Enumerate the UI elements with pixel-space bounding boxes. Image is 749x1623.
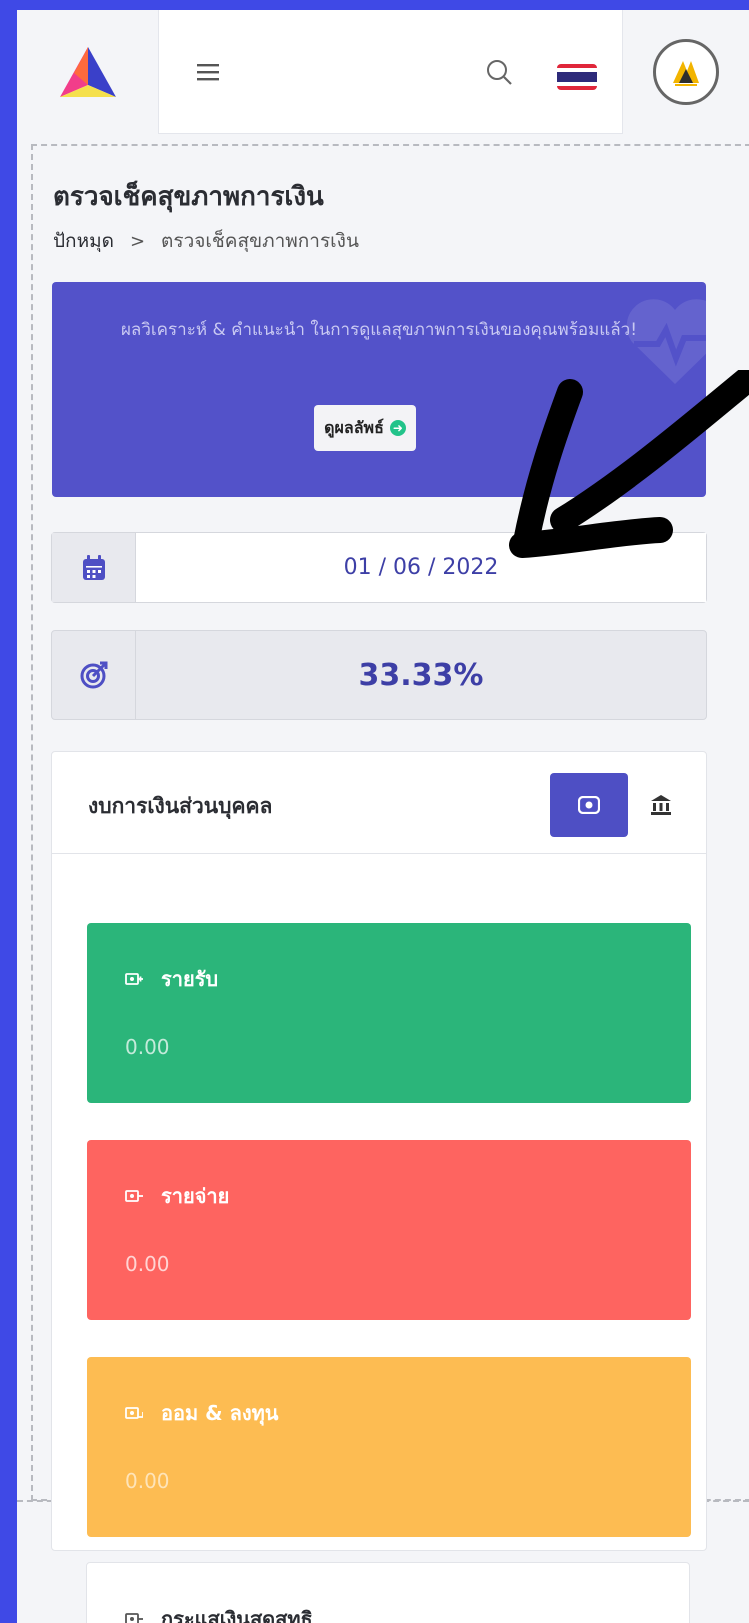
language-flag-button[interactable] [557, 64, 597, 90]
user-avatar[interactable] [653, 39, 719, 105]
personal-budget-card: งบการเงินส่วนบุคคล รายรับ 0.00 รายจ่าย 0… [51, 751, 707, 1551]
income-label: รายรับ [161, 967, 219, 991]
target-icon-cell [52, 631, 136, 719]
health-score: 33.33% [51, 630, 707, 720]
hamburger-menu-icon [197, 64, 219, 81]
logo-area[interactable] [17, 10, 159, 134]
saving-amount: 0.00 [125, 1469, 170, 1493]
saving-label: ออม & ลงทุน [161, 1401, 279, 1425]
calendar-icon [82, 554, 105, 580]
saving-investment-card[interactable]: ออม & ลงทุน 0.00 [87, 1357, 691, 1537]
avatar-area [622, 10, 749, 134]
cashflow-icon [125, 1613, 143, 1623]
money-in-icon [125, 973, 143, 985]
expense-label: รายจ่าย [161, 1184, 230, 1208]
menu-button[interactable] [188, 52, 228, 92]
app-screen: ตรวจเช็คสุขภาพการเงิน ปักหมุด > ตรวจเช็ค… [17, 10, 749, 1623]
breadcrumb: ปักหมุด > ตรวจเช็คสุขภาพการเงิน [53, 226, 359, 256]
income-amount: 0.00 [125, 1035, 170, 1059]
search-button[interactable] [479, 52, 519, 92]
health-score-value: 33.33% [358, 657, 484, 693]
view-results-label: ดูผลลัพธ์ [324, 417, 384, 437]
money-out-icon [125, 1190, 143, 1202]
breadcrumb-separator: > [129, 230, 146, 252]
banner-message: ผลวิเคราะห์ & คำแนะนำ ในการดูแลสุขภาพการ… [120, 320, 638, 340]
triangle-logo-icon [59, 47, 116, 97]
user-avatar-icon [673, 61, 699, 86]
page-title: ตรวจเช็คสุขภาพการเงิน [53, 182, 324, 212]
annotation-arrow [509, 370, 749, 558]
bank-button[interactable] [642, 786, 680, 824]
calendar-icon-cell[interactable] [52, 533, 136, 602]
savings-icon [125, 1407, 143, 1419]
expense-amount: 0.00 [125, 1252, 170, 1276]
eye-icon [578, 796, 600, 814]
income-card[interactable]: รายรับ 0.00 [87, 923, 691, 1103]
net-cashflow-card[interactable]: กระแสเงินสดสุทธิ [86, 1562, 690, 1623]
view-results-button[interactable]: ดูผลลัพธ์ ➜ [314, 405, 416, 451]
arrow-right-circle-icon: ➜ [389, 420, 406, 436]
expense-card[interactable]: รายจ่าย 0.00 [87, 1140, 691, 1320]
budget-title: งบการเงินส่วนบุคคล [88, 794, 273, 818]
budget-card-header: งบการเงินส่วนบุคคล [52, 752, 706, 854]
cashflow-label: กระแสเงินสดสุทธิ [161, 1607, 313, 1623]
search-icon [487, 60, 512, 85]
toggle-visibility-button[interactable] [550, 773, 628, 837]
top-navbar [17, 10, 749, 134]
breadcrumb-home-link[interactable]: ปักหมุด [53, 226, 114, 256]
breadcrumb-current: ตรวจเช็คสุขภาพการเงิน [161, 230, 359, 252]
bank-icon [651, 795, 671, 815]
target-icon [80, 661, 107, 689]
